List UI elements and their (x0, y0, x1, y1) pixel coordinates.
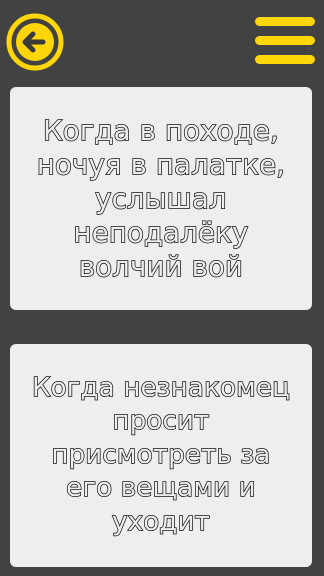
arrow-left-circle-icon (6, 13, 64, 71)
answer-card-1[interactable]: Когда в походе, ночуя в палатке, услышал… (10, 87, 312, 310)
hamburger-menu-icon[interactable] (251, 14, 319, 66)
card-text: Когда в походе, ночуя в палатке, услышал… (36, 114, 286, 284)
card-text: Когда незнакомец просит присмотреть за е… (31, 372, 291, 537)
menu-bar (255, 17, 315, 26)
answer-card-2[interactable]: Когда незнакомец просит присмотреть за е… (10, 344, 312, 567)
back-button[interactable] (5, 12, 65, 72)
menu-bar (255, 55, 315, 64)
menu-bar (255, 36, 315, 45)
